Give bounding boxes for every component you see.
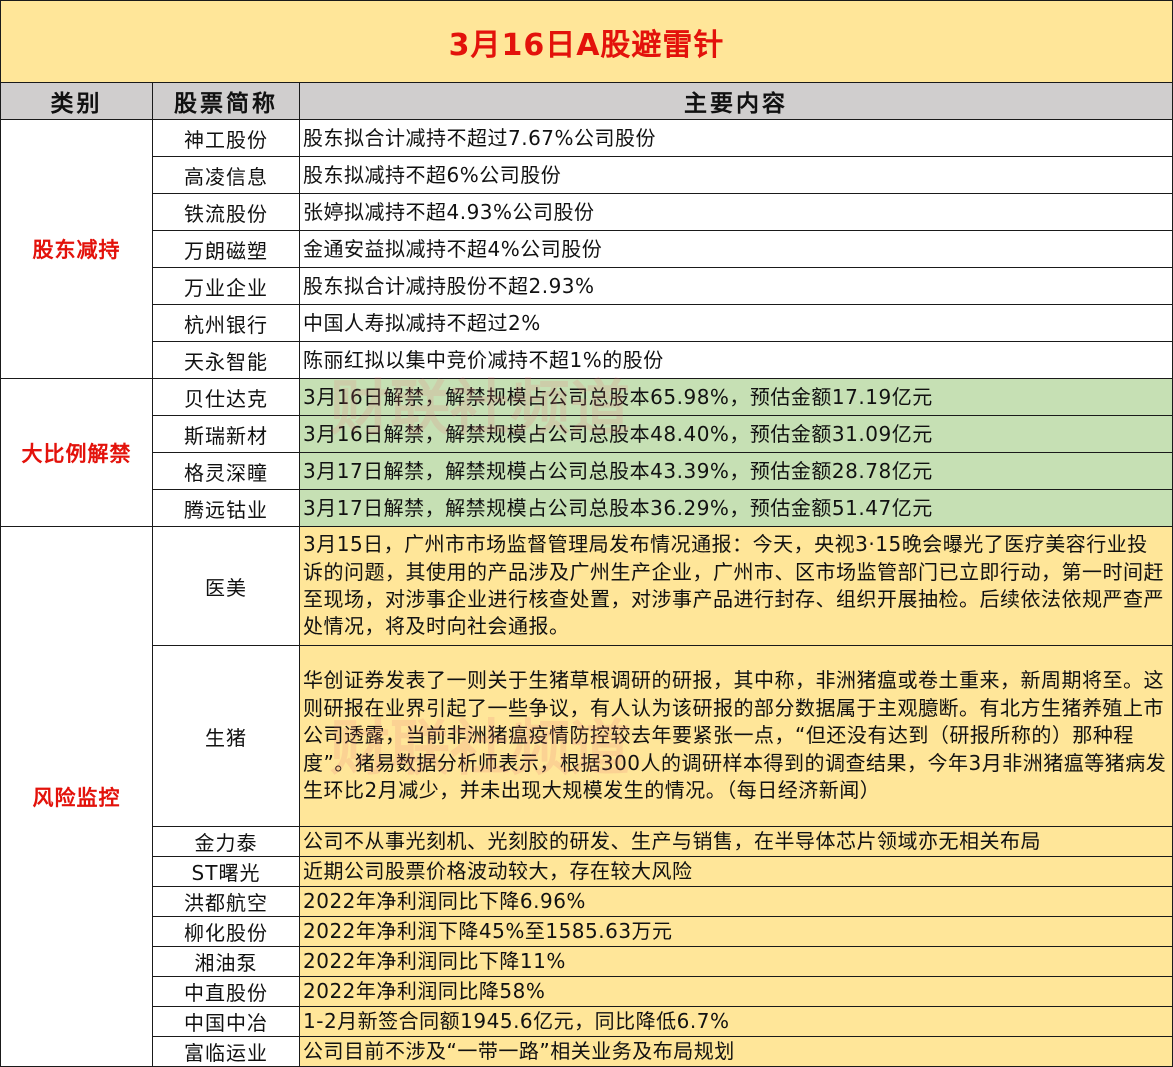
stock-content: 3月16日解禁，解禁规模占公司总股本65.98%，预估金额17.19亿元: [299, 378, 1173, 416]
category-unlock: 大比例解禁: [0, 378, 153, 527]
stock-content: 3月15日，广州市市场监督管理局发布情况通报：今天，央视3·15晚会曝光了医疗美…: [299, 526, 1173, 646]
stock-content: 股东拟合计减持不超过7.67%公司股份: [299, 119, 1173, 157]
stock-name: 铁流股份: [152, 193, 300, 231]
stock-name: 柳化股份: [152, 916, 300, 947]
stock-content: 3月16日解禁，解禁规模占公司总股本48.40%，预估金额31.09亿元: [299, 415, 1173, 453]
stock-content: 张婷拟减持不超4.93%公司股份: [299, 193, 1173, 231]
stock-content: 2022年净利润同比降58%: [299, 976, 1173, 1007]
stock-name: 金力泰: [152, 826, 300, 857]
stock-name: 万业企业: [152, 267, 300, 305]
stock-content: 2022年净利润下降45%至1585.63万元: [299, 916, 1173, 947]
stock-name: 天永智能: [152, 341, 300, 379]
stock-content: 近期公司股票价格波动较大，存在较大风险: [299, 856, 1173, 887]
stock-name: 中直股份: [152, 976, 300, 1007]
stock-name: 贝仕达克: [152, 378, 300, 416]
stock-content: 公司目前不涉及“一带一路”相关业务及布局规划: [299, 1036, 1173, 1067]
stock-name: 中国中冶: [152, 1006, 300, 1037]
stock-name: 富临运业: [152, 1036, 300, 1067]
stock-name: 生猪: [152, 645, 300, 827]
stock-content: 金通安益拟减持不超4%公司股份: [299, 230, 1173, 268]
stock-content: 中国人寿拟减持不超过2%: [299, 304, 1173, 342]
header-content: 主要内容: [299, 82, 1173, 120]
stock-name: ST曙光: [152, 856, 300, 887]
header-category: 类别: [0, 82, 153, 120]
risk-alert-table: 3月16日A股避雷针 类别 股票简称 主要内容 股东减持 神工股份 股东拟合计减…: [0, 0, 1173, 1067]
stock-content: 2022年净利润同比下降6.96%: [299, 886, 1173, 917]
page-title: 3月16日A股避雷针: [0, 0, 1173, 83]
stock-content: 3月17日解禁，解禁规模占公司总股本43.39%，预估金额28.78亿元: [299, 452, 1173, 490]
stock-name: 斯瑞新材: [152, 415, 300, 453]
category-risk: 风险监控: [0, 526, 153, 1067]
stock-content: 2022年净利润同比下降11%: [299, 946, 1173, 977]
stock-name: 神工股份: [152, 119, 300, 157]
category-holder-reduction: 股东减持: [0, 119, 153, 379]
stock-name: 洪都航空: [152, 886, 300, 917]
stock-name: 医美: [152, 526, 300, 646]
stock-content: 1-2月新签合同额1945.6亿元，同比降低6.7%: [299, 1006, 1173, 1037]
stock-name: 腾远钴业: [152, 489, 300, 527]
stock-content: 3月17日解禁，解禁规模占公司总股本36.29%，预估金额51.47亿元: [299, 489, 1173, 527]
stock-name: 高凌信息: [152, 156, 300, 194]
stock-content: 股东拟合计减持股份不超2.93%: [299, 267, 1173, 305]
stock-content: 公司不从事光刻机、光刻胶的研发、生产与销售，在半导体芯片领域亦无相关布局: [299, 826, 1173, 857]
stock-content: 陈丽红拟以集中竞价减持不超1%的股份: [299, 341, 1173, 379]
stock-name: 格灵深瞳: [152, 452, 300, 490]
stock-content: 华创证券发表了一则关于生猪草根调研的研报，其中称，非洲猪瘟或卷土重来，新周期将至…: [299, 645, 1173, 827]
stock-content: 股东拟减持不超6%公司股份: [299, 156, 1173, 194]
header-stock: 股票简称: [152, 82, 300, 120]
stock-name: 万朗磁塑: [152, 230, 300, 268]
stock-name: 湘油泵: [152, 946, 300, 977]
stock-name: 杭州银行: [152, 304, 300, 342]
